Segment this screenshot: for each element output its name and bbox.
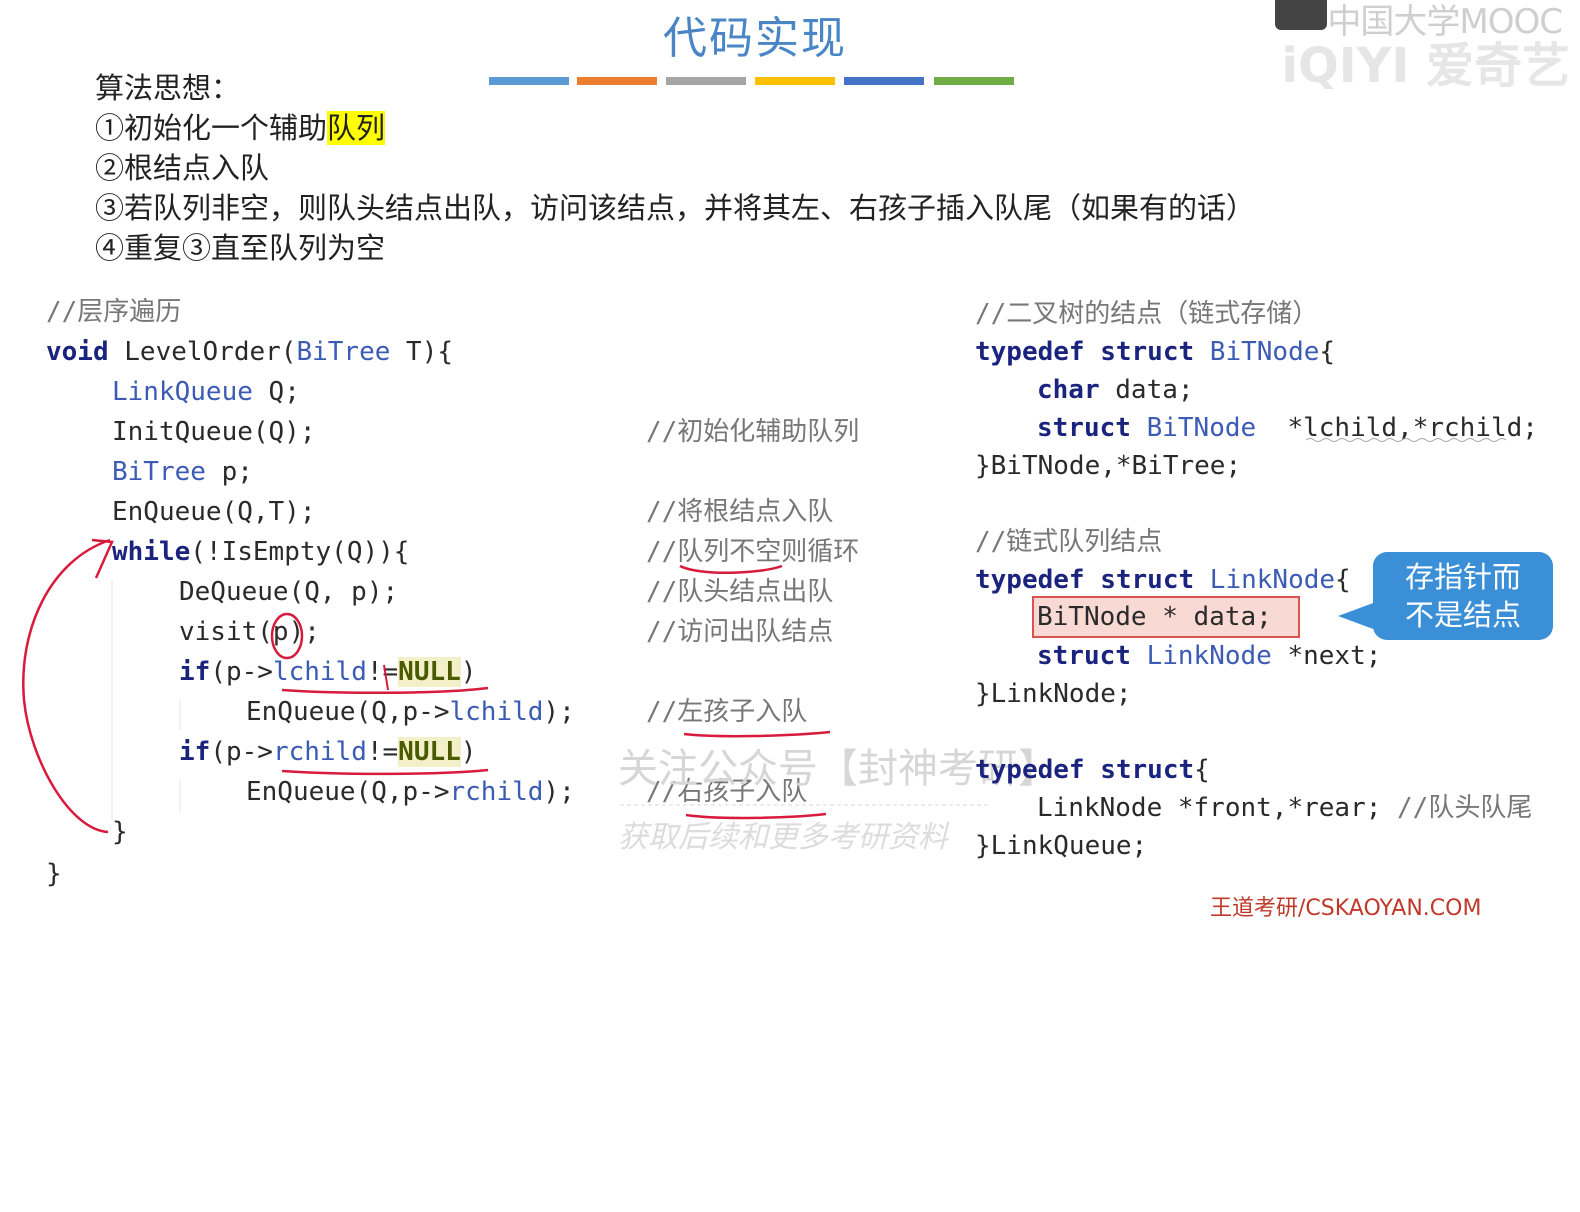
footer-site: 王道考研/CSKAOYAN.COM: [1210, 896, 1482, 921]
loop-arrow: [22, 538, 111, 834]
underline-queue-not-empty: [679, 564, 783, 575]
underline-lchild: [281, 686, 489, 695]
handwritten-annotations: [22, 438, 1507, 834]
squiggle-children: [1305, 438, 1507, 442]
underline-left-child: [683, 730, 831, 738]
circle-p: [270, 612, 304, 660]
underline-right-child: [685, 812, 827, 820]
underline-rchild: [281, 768, 489, 776]
mark-ne: [383, 664, 389, 691]
